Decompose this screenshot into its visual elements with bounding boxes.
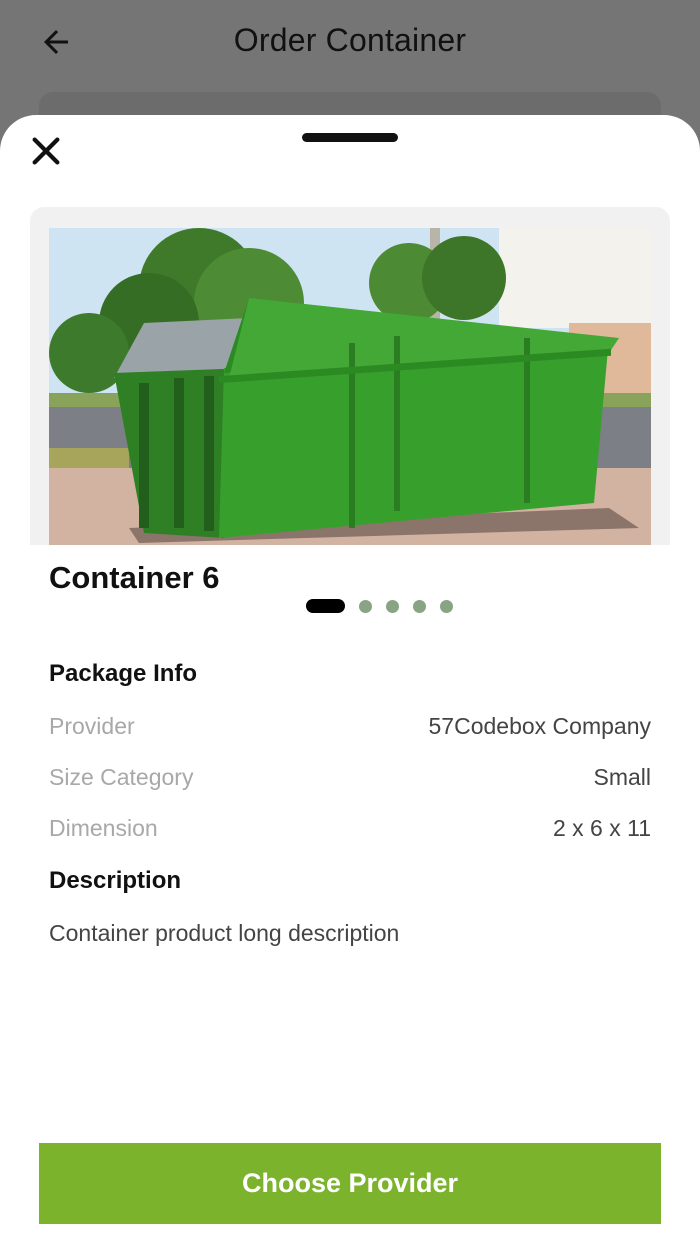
app-bar: Order Container [0, 0, 700, 90]
close-button[interactable] [26, 131, 66, 171]
info-label: Dimension [49, 815, 158, 841]
drag-handle[interactable] [302, 133, 398, 142]
info-value: Small [593, 764, 651, 790]
carousel-dot-active[interactable] [306, 599, 345, 613]
bottom-sheet: Container 6 Package Info Provider 57Code… [0, 115, 700, 1244]
info-label: Size Category [49, 764, 194, 790]
image-carousel[interactable] [30, 207, 670, 613]
info-row-size-category: Size Category Small [49, 764, 651, 791]
carousel-dot[interactable] [413, 599, 426, 613]
choose-provider-button[interactable]: Choose Provider [39, 1143, 661, 1224]
product-title: Container 6 [49, 560, 220, 595]
info-row-dimension: Dimension 2 x 6 x 11 [49, 815, 651, 842]
screen: Order Container Container 6 Package Info… [0, 0, 700, 1244]
info-value: 2 x 6 x 11 [552, 815, 651, 841]
package-info-heading: Package Info [49, 660, 198, 687]
info-row-provider: Provider 57Codebox Company [49, 713, 651, 740]
page-title: Order Container [233, 22, 467, 58]
description-text: Container product long description [49, 920, 400, 946]
description-heading: Description [49, 867, 182, 894]
carousel-indicator [306, 599, 453, 613]
carousel-dot[interactable] [386, 599, 399, 613]
carousel-dot[interactable] [359, 599, 372, 613]
close-icon [32, 137, 60, 165]
info-value: 57Codebox Company [428, 713, 651, 739]
product-image [49, 228, 651, 545]
info-label: Provider [49, 713, 135, 739]
carousel-dot[interactable] [440, 599, 453, 613]
